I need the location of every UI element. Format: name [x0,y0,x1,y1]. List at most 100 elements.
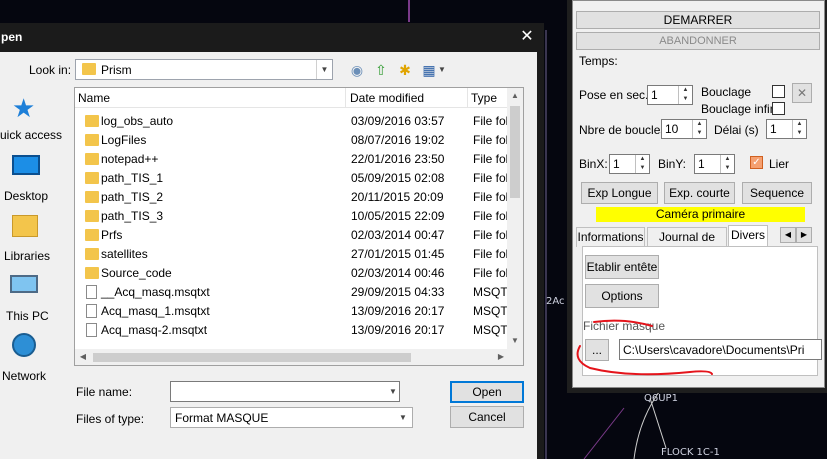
delay-stepper[interactable]: 1 ▲ ▼ [766,119,807,139]
file-type: File fol [473,152,509,166]
stepper-arrows-icon[interactable]: ▲ ▼ [692,120,706,138]
close-icon: ✕ [796,86,808,100]
file-type: File fol [473,114,509,128]
file-row[interactable]: Prfs 02/03/2014 00:47 File fol [75,226,509,245]
file-type-label: Files of type: [76,412,145,426]
file-name: LogFiles [101,133,147,147]
scroll-up-icon[interactable]: ▲ [507,88,523,104]
chevron-down-icon[interactable]: ▼ [386,382,400,401]
stepper-arrows-icon[interactable]: ▲ ▼ [635,155,649,173]
tab-scroll-right-icon[interactable]: ▶ [796,227,812,243]
file-name: Acq_masq-2.msqtxt [101,323,208,337]
place-label: Desktop [4,189,49,203]
tab-journal[interactable]: Journal de nuit [647,227,727,263]
stepper-arrows-icon[interactable]: ▲ ▼ [678,86,692,104]
options-button[interactable]: Options [585,284,659,308]
cancel-button[interactable]: Cancel [450,406,524,428]
file-name-input[interactable] [170,381,400,402]
file-name: log_obs_auto [101,114,174,128]
place-desktop[interactable]: Desktop [0,153,66,205]
file-date: 20/11/2015 20:09 [351,190,444,204]
file-row[interactable]: Acq_masq-2.msqtxt 13/09/2016 20:17 MSQTX [75,321,516,340]
chevron-down-icon[interactable]: ▼ [316,60,332,79]
file-row[interactable]: notepad++ 22/01/2016 23:50 File fol [75,150,509,169]
binx-stepper[interactable]: 1 ▲ ▼ [609,154,650,174]
place-this-pc[interactable]: This PC [0,273,66,325]
new-folder-icon[interactable]: ✱ [396,61,414,79]
scroll-left-icon[interactable]: ◀ [75,349,91,365]
file-row[interactable]: path_TIS_3 10/05/2015 22:09 File fol [75,207,509,226]
scroll-thumb[interactable] [510,106,520,198]
file-row[interactable]: satellites 27/01/2015 01:45 File fol [75,245,509,264]
file-row[interactable]: log_obs_auto 03/09/2016 03:57 File fol [75,112,509,131]
file-row[interactable]: Source_code 02/03/2014 00:46 File fol [75,264,509,283]
place-label: Network [2,369,47,383]
file-type-select[interactable]: Format MASQUE ▼ [170,407,413,428]
vertical-scrollbar[interactable]: ▲ ▼ [507,88,523,349]
look-in-select[interactable]: Prism ▼ [75,59,333,80]
file-row[interactable]: path_TIS_1 05/09/2015 02:08 File fol [75,169,509,188]
file-type: File fol [473,228,509,242]
computer-icon [10,275,38,293]
file-row[interactable]: path_TIS_2 20/11/2015 20:09 File fol [75,188,509,207]
file-type: File fol [473,266,509,280]
header-button[interactable]: Etablir entête [585,255,659,279]
folder-icon [85,172,99,184]
stepper-arrows-icon[interactable]: ▲ ▼ [792,120,806,138]
exposure-stepper[interactable]: 1 ▲ ▼ [647,85,693,105]
sequence-button[interactable]: Sequence [742,182,812,204]
file-name: Acq_masq_1.msqtxt [101,304,210,318]
column-header-name[interactable]: Name [78,91,110,105]
abort-button[interactable]: ABANDONNER [576,32,820,50]
scroll-down-icon[interactable]: ▼ [507,333,523,349]
column-divider[interactable] [467,88,468,108]
link-checkbox[interactable]: ✓ [750,156,763,169]
start-button[interactable]: DEMARRER [576,11,820,29]
up-folder-icon[interactable]: ⇧ [372,61,390,79]
loop-count-stepper[interactable]: 10 ▲ ▼ [661,119,707,139]
place-network[interactable]: Network [0,333,66,385]
file-date: 08/07/2016 19:02 [351,133,445,147]
folder-icon [85,267,99,279]
file-name: Prfs [101,228,123,242]
loop-infinite-label: Bouclage infini [701,102,780,116]
long-exposure-button[interactable]: Exp Longue [581,182,658,204]
close-icon[interactable]: ✕ [516,26,538,48]
place-label: uick access [0,128,63,142]
open-button[interactable]: Open [450,381,524,403]
tab-scroll-left-icon[interactable]: ◀ [780,227,796,243]
file-date: 10/05/2015 22:09 [351,209,445,223]
column-divider[interactable] [345,88,346,108]
biny-stepper[interactable]: 1 ▲ ▼ [694,154,735,174]
loop-infinite-checkbox[interactable] [772,102,785,115]
horizontal-scrollbar[interactable]: ◀ ▶ [75,349,509,365]
delay-value: 1 [770,122,777,136]
loop-checkbox[interactable] [772,85,785,98]
look-in-value: Prism [101,63,132,77]
stepper-arrows-icon[interactable]: ▲ ▼ [720,155,734,173]
file-type: File fol [473,133,509,147]
file-row[interactable]: __Acq_masq.msqtxt 29/09/2015 04:33 MSQTX [75,283,516,302]
short-exposure-button[interactable]: Exp. courte [664,182,735,204]
place-quick-access[interactable]: ★ uick access [0,93,66,145]
file-list[interactable]: Name Date modified Type log_obs_auto 03/0… [74,87,524,366]
place-libraries[interactable]: Libraries [0,213,66,265]
file-type: File fol [473,171,509,185]
chevron-down-icon[interactable]: ▼ [433,61,451,79]
dialog-titlebar[interactable]: pen ✕ [0,23,544,52]
column-header-type[interactable]: Type [471,91,497,105]
file-name: __Acq_masq.msqtxt [101,285,210,299]
delay-label: Délai (s) [714,123,759,137]
clear-button[interactable]: ✕ [792,83,812,103]
chevron-down-icon[interactable]: ▼ [396,408,410,427]
file-row[interactable]: Acq_masq_1.msqtxt 13/09/2016 20:17 MSQTX [75,302,516,321]
file-date: 13/09/2016 20:17 [351,304,445,318]
back-icon[interactable]: ◉ [348,61,366,79]
tab-divers[interactable]: Divers [728,225,768,247]
tab-informations[interactable]: Informations [576,227,645,247]
file-row[interactable]: LogFiles 08/07/2016 19:02 File fol [75,131,509,150]
file-date: 13/09/2016 20:17 [351,323,445,337]
scroll-thumb[interactable] [93,353,411,362]
file-date: 27/01/2015 01:45 [351,247,445,261]
column-header-date[interactable]: Date modified [350,91,424,105]
